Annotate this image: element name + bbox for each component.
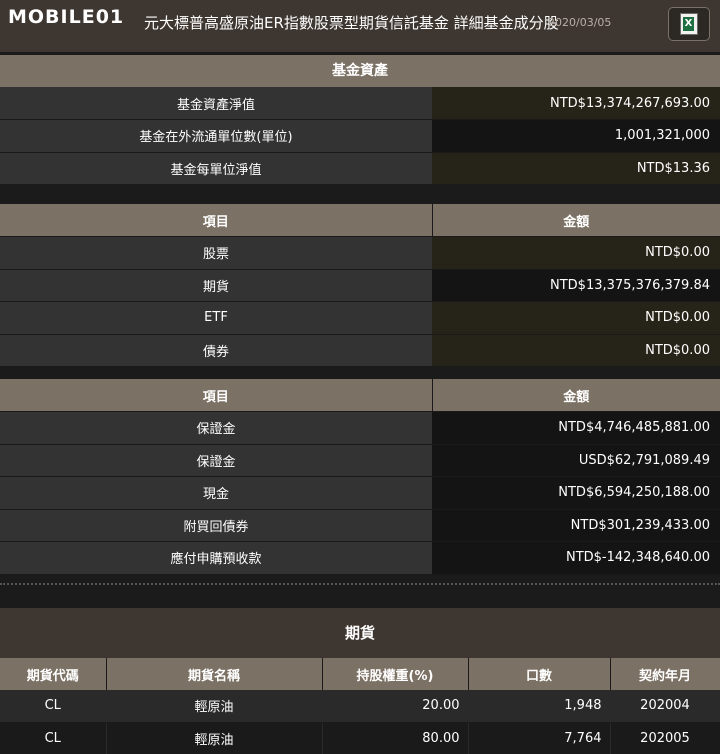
table-row: 保證金 NTD$4,746,485,881.00 xyxy=(0,411,720,445)
column-header-amount: 金額 xyxy=(432,379,720,412)
row-label: 基金每單位淨值 xyxy=(0,152,432,185)
row-label: 基金資產淨值 xyxy=(0,87,432,120)
table-row: 應付申購預收款 NTD$-142,348,640.00 xyxy=(0,541,720,575)
futures-code: CL xyxy=(0,722,107,754)
futures-contract-month: 202004 xyxy=(610,690,720,723)
row-label: 債券 xyxy=(0,334,432,367)
row-label: 應付申購預收款 xyxy=(0,541,432,575)
row-value: NTD$13.36 xyxy=(432,152,720,185)
row-value: NTD$13,374,267,693.00 xyxy=(432,87,720,120)
cash-table: 項目 金額 保證金 NTD$4,746,485,881.00 保證金 USD$6… xyxy=(0,379,720,575)
row-value: NTD$13,375,376,379.84 xyxy=(432,269,720,302)
table-row: 基金資產淨值 NTD$13,374,267,693.00 xyxy=(0,87,720,120)
row-value: NTD$-142,348,640.00 xyxy=(432,541,720,575)
table-row: 基金在外流通單位數(單位) 1,001,321,000 xyxy=(0,119,720,153)
excel-icon xyxy=(680,13,698,35)
row-label: 基金在外流通單位數(單位) xyxy=(0,119,432,153)
column-header-amount: 金額 xyxy=(432,204,720,237)
mobile01-logo[interactable]: MOBILE01 xyxy=(8,6,124,28)
futures-lots: 7,764 xyxy=(468,722,611,754)
row-value: NTD$0.00 xyxy=(432,334,720,367)
table-row: 保證金 USD$62,791,089.49 xyxy=(0,444,720,477)
futures-weight: 20.00 xyxy=(322,690,469,723)
futures-weight: 80.00 xyxy=(322,722,469,754)
column-header-contract-month[interactable]: 契約年月 xyxy=(610,658,720,690)
row-value: NTD$0.00 xyxy=(432,236,720,270)
row-label: 股票 xyxy=(0,236,432,270)
row-label: 保證金 xyxy=(0,411,432,445)
futures-contract-month: 202005 xyxy=(610,722,720,754)
page-header: MOBILE01 元大標普高盛原油ER指數股票型期貨信託基金 詳細基金成分股 2… xyxy=(0,0,720,52)
futures-table: 期貨代碼 期貨名稱 持股權重(%) 口數 契約年月 CL 輕原油 20.00 1… xyxy=(0,658,720,754)
column-header-item: 項目 xyxy=(0,379,433,412)
futures-title: 期貨 xyxy=(0,608,720,658)
futures-name: 輕原油 xyxy=(106,722,323,754)
row-label: 附買回債券 xyxy=(0,509,432,542)
table-row: 期貨 NTD$13,375,376,379.84 xyxy=(0,269,720,302)
futures-name: 輕原油 xyxy=(106,690,323,723)
fund-assets-table: 基金資產淨值 NTD$13,374,267,693.00 基金在外流通單位數(單… xyxy=(0,87,720,185)
table-header-row: 期貨代碼 期貨名稱 持股權重(%) 口數 契約年月 xyxy=(0,658,720,690)
row-value: 1,001,321,000 xyxy=(432,119,720,153)
row-label: 現金 xyxy=(0,476,432,510)
table-row: CL 輕原油 20.00 1,948 202004 xyxy=(0,690,720,723)
section-divider xyxy=(0,583,720,585)
page-title: 元大標普高盛原油ER指數股票型期貨信託基金 詳細基金成分股 xyxy=(144,14,559,32)
export-excel-button[interactable] xyxy=(668,7,710,41)
table-row: CL 輕原油 80.00 7,764 202005 xyxy=(0,722,720,754)
row-label: 期貨 xyxy=(0,269,432,302)
row-label: 保證金 xyxy=(0,444,432,477)
row-label: ETF xyxy=(0,301,432,335)
futures-code: CL xyxy=(0,690,107,723)
table-row: 股票 NTD$0.00 xyxy=(0,236,720,270)
page-date: 2020/03/05 xyxy=(548,16,612,29)
table-row: 債券 NTD$0.00 xyxy=(0,334,720,367)
row-value: USD$62,791,089.49 xyxy=(432,444,720,477)
table-row: ETF NTD$0.00 xyxy=(0,301,720,335)
table-row: 現金 NTD$6,594,250,188.00 xyxy=(0,476,720,510)
table-header-row: 項目 金額 xyxy=(0,379,720,412)
column-header-name[interactable]: 期貨名稱 xyxy=(106,658,323,690)
row-value: NTD$301,239,433.00 xyxy=(432,509,720,542)
table-header-row: 項目 金額 xyxy=(0,204,720,237)
column-header-weight[interactable]: 持股權重(%) xyxy=(322,658,469,690)
row-value: NTD$0.00 xyxy=(432,301,720,335)
column-header-code[interactable]: 期貨代碼 xyxy=(0,658,107,690)
table-row: 基金每單位淨值 NTD$13.36 xyxy=(0,152,720,185)
table-row: 附買回債券 NTD$301,239,433.00 xyxy=(0,509,720,542)
row-value: NTD$4,746,485,881.00 xyxy=(432,411,720,445)
column-header-item: 項目 xyxy=(0,204,433,237)
row-value: NTD$6,594,250,188.00 xyxy=(432,476,720,510)
fund-assets-title: 基金資產 xyxy=(0,55,720,87)
holdings-table: 項目 金額 股票 NTD$0.00 期貨 NTD$13,375,376,379.… xyxy=(0,204,720,367)
futures-lots: 1,948 xyxy=(468,690,611,723)
column-header-lots[interactable]: 口數 xyxy=(468,658,611,690)
